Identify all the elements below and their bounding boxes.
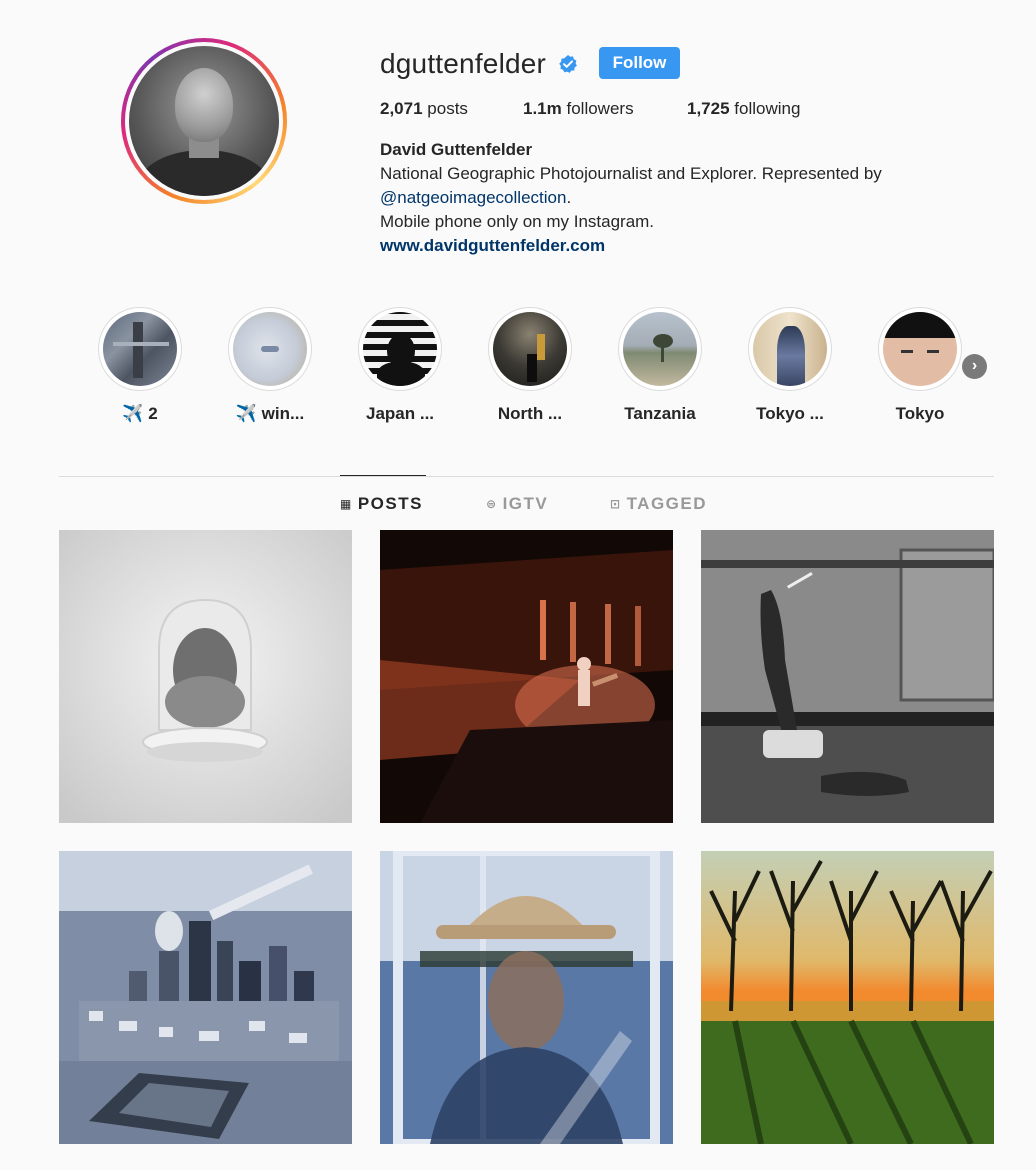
grid-icon: ▦ [340, 497, 353, 511]
followers-count: 1.1m [523, 99, 562, 118]
posts-label: posts [427, 99, 468, 118]
highlight-label: Tokyo [895, 404, 945, 423]
highlight-item[interactable]: Japan ... [350, 307, 450, 425]
followers-count-stat[interactable]: 1.1m followers [523, 98, 634, 120]
highlight-cover-image [103, 312, 177, 386]
tagged-icon: ⊡ [610, 497, 622, 511]
bio-line-3: Mobile phone only on my Instagram. [380, 212, 655, 231]
tab-igtv[interactable]: ⊜ IGTV [486, 476, 548, 532]
bio-line-2: @natgeoimagecollection. [380, 186, 1000, 210]
following-count-stat[interactable]: 1,725 following [687, 98, 800, 120]
instagram-profile-page: dguttenfelder Follow 2,071 posts 1.1m fo… [0, 0, 1036, 1170]
highlight-cover-image [883, 312, 957, 386]
profile-avatar-ring[interactable] [121, 38, 287, 204]
highlights-next-arrow-icon[interactable]: › [962, 354, 987, 379]
bio-mention-link[interactable]: @natgeoimagecollection [380, 188, 566, 207]
following-count: 1,725 [687, 99, 730, 118]
highlight-item[interactable]: ✈️ 2 [90, 307, 190, 425]
post-image-concert-guitarist [380, 530, 673, 823]
post-thumbnail[interactable] [59, 530, 352, 823]
tab-posts[interactable]: ▦ POSTS [340, 475, 426, 532]
posts-count-stat: 2,071 posts [380, 98, 468, 120]
post-thumbnail[interactable] [701, 851, 994, 1144]
highlight-label: ✈️ 2 [122, 404, 158, 423]
post-image-trees-at-sunset [701, 851, 994, 1144]
highlight-label: Japan ... [365, 404, 435, 423]
igtv-icon: ⊜ [486, 497, 498, 511]
highlight-cover-image [363, 312, 437, 386]
highlight-label: North ... [497, 404, 563, 423]
highlight-label: ✈️ win... [235, 404, 305, 423]
tab-igtv-label: IGTV [502, 494, 549, 513]
profile-website-link[interactable]: www.davidguttenfelder.com [380, 234, 1000, 258]
post-image-hands-under-door [701, 530, 994, 823]
profile-full-name: David Guttenfelder [380, 140, 533, 159]
post-image-snowy-city-aerial [59, 851, 352, 1144]
highlight-cover-ring [98, 307, 182, 391]
highlight-label: Tanzania [624, 404, 696, 423]
profile-username: dguttenfelder [380, 48, 547, 79]
tab-tagged[interactable]: ⊡ TAGGED [610, 476, 707, 532]
bio-mention-suffix: . [566, 188, 572, 207]
post-image-double-exposure-portrait [380, 851, 673, 1144]
post-thumbnail[interactable] [380, 530, 673, 823]
posts-count: 2,071 [380, 99, 423, 118]
highlight-label: Tokyo ... [756, 404, 824, 423]
highlight-cover-image [493, 312, 567, 386]
following-label: following [734, 99, 801, 118]
highlight-item[interactable]: Tokyo ... [740, 307, 840, 425]
tab-posts-label: POSTS [357, 494, 423, 513]
followers-label: followers [566, 99, 634, 118]
post-image-dog-in-bowl [59, 530, 352, 823]
avatar[interactable] [129, 46, 279, 196]
post-thumbnail[interactable] [701, 530, 994, 823]
highlight-item[interactable]: North ... [480, 307, 580, 425]
highlight-cover-image [623, 312, 697, 386]
highlight-item[interactable]: Tanzania [610, 307, 710, 425]
post-thumbnail[interactable] [59, 851, 352, 1144]
tab-tagged-label: TAGGED [626, 494, 708, 513]
post-thumbnail[interactable] [380, 851, 673, 1144]
highlight-cover-image [753, 312, 827, 386]
highlight-item[interactable]: Tokyo [870, 307, 970, 425]
follow-button[interactable]: Follow [599, 47, 680, 79]
verified-badge-icon [559, 55, 577, 73]
highlight-cover-image [233, 312, 307, 386]
profile-bio: David Guttenfelder National Geographic P… [380, 138, 1000, 258]
highlight-item[interactable]: ✈️ win... [220, 307, 320, 425]
bio-line-1: National Geographic Photojournalist and … [380, 164, 882, 183]
